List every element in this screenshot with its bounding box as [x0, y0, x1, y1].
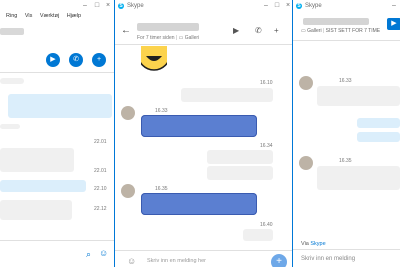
contact-name-blurred [0, 28, 24, 35]
message-bubble [0, 200, 72, 220]
message-timestamp: 16.40 [260, 222, 273, 228]
menu-bar: Ring Vis Værktøj Hjælp [6, 13, 87, 21]
message-bubble [207, 166, 273, 180]
message-input[interactable]: Skriv inn en melding her [147, 258, 206, 264]
menu-item-help[interactable]: Hjælp [67, 13, 81, 19]
gallery-link[interactable]: Galleri [185, 35, 199, 41]
divider [0, 240, 114, 241]
message-bubble [0, 180, 86, 192]
maximize-button[interactable]: □ [92, 2, 102, 10]
message-bubble [317, 86, 400, 106]
selected-message-bubble[interactable] [141, 115, 257, 137]
audio-call-button[interactable]: ✆ [69, 53, 83, 67]
message-timestamp: 22.01 [94, 139, 107, 145]
message-timestamp: 16.10 [260, 80, 273, 86]
message-timestamp: 16.35 [339, 158, 352, 164]
last-seen-text: For 7 timer siden [137, 35, 175, 41]
close-button[interactable]: × [283, 2, 292, 10]
last-seen-text: SIST SETT FOR 7 TIME [325, 28, 381, 34]
maximize-button[interactable]: □ [272, 2, 282, 10]
message-bubble [357, 132, 400, 142]
emoticon-icon[interactable]: ☺ [127, 256, 136, 266]
message-timestamp: 22.10 [94, 186, 107, 192]
middle-titlebar: S Skype – □ × [115, 0, 292, 12]
avatar [121, 106, 135, 120]
close-button[interactable]: × [103, 2, 113, 10]
video-call-icon[interactable]: ▶ [233, 26, 239, 35]
message-timestamp: 16.35 [155, 186, 168, 192]
window-title: Skype [305, 3, 322, 9]
divider [293, 249, 400, 250]
gallery-icon[interactable]: ▭ [301, 28, 306, 34]
left-skype-window: – □ × Ring Vis Værktøj Hjælp ▶ ✆ + 22.01… [0, 0, 115, 267]
emoji-sticker [137, 37, 171, 72]
message-bubble [357, 118, 400, 128]
message-timestamp: 22.01 [94, 168, 107, 174]
skype-logo-icon: S [296, 3, 302, 9]
contact-name-blurred [137, 23, 199, 31]
message-bubble [0, 148, 74, 172]
message-blurred [0, 124, 20, 129]
message-bubble [8, 94, 112, 118]
menu-item-tools[interactable]: Værktøj [40, 13, 59, 19]
divider [293, 40, 400, 41]
selected-message-bubble[interactable] [141, 193, 257, 215]
back-arrow-icon[interactable]: ← [121, 25, 131, 36]
message-input[interactable]: Skriv inn en melding [301, 256, 355, 262]
video-call-button[interactable]: ▶ [46, 53, 60, 67]
via-app-link[interactable]: Skype [310, 241, 325, 247]
minimize-button[interactable]: – [80, 2, 90, 10]
avatar [121, 184, 135, 198]
middle-skype-window: S Skype – □ × ← For 7 timer siden | ▭ Ga… [115, 0, 293, 267]
menu-item-vis[interactable]: Vis [25, 13, 33, 19]
divider [115, 44, 292, 45]
right-skype-window: S Skype – ▭ Galleri | SIST SETT FOR 7 TI… [293, 0, 400, 267]
message-bubble [243, 229, 273, 241]
message-bubble [317, 166, 400, 190]
add-people-button[interactable]: + [92, 53, 106, 67]
attach-icon[interactable]: ⌕ [86, 249, 91, 260]
via-label: Via [301, 241, 309, 247]
minimize-button[interactable]: – [261, 2, 271, 10]
audio-call-icon[interactable]: ✆ [255, 26, 262, 35]
message-bubble [207, 150, 273, 164]
right-titlebar: S Skype – [293, 0, 400, 12]
gallery-link[interactable]: Galleri [307, 28, 321, 34]
divider [115, 250, 292, 251]
contact-name-blurred [303, 18, 369, 25]
skype-logo-icon: S [118, 3, 124, 9]
left-titlebar: – □ × [0, 0, 114, 12]
contact-status-line: For 7 timer siden | ▭ Galleri [137, 35, 200, 41]
add-content-button[interactable]: + [271, 254, 287, 267]
avatar [299, 156, 313, 170]
gallery-icon[interactable]: ▭ [179, 35, 184, 41]
message-timestamp: 16.33 [339, 78, 352, 84]
emoticon-icon[interactable]: ☺ [99, 248, 108, 258]
minimize-button[interactable]: – [389, 2, 399, 10]
message-timestamp: 16.33 [155, 108, 168, 114]
message-timestamp: 22.12 [94, 206, 107, 212]
menu-item-ring[interactable]: Ring [6, 13, 17, 19]
message-bubble [181, 88, 273, 102]
via-line: Via Skype [301, 241, 326, 247]
avatar [299, 76, 313, 90]
message-timestamp: 16.34 [260, 143, 273, 149]
message-blurred [0, 78, 24, 84]
divider [0, 72, 114, 73]
video-call-button[interactable]: ▶ [387, 18, 400, 30]
add-people-icon[interactable]: + [274, 26, 279, 35]
contact-status-line: ▭ Galleri | SIST SETT FOR 7 TIME [301, 28, 381, 34]
window-title: Skype [127, 3, 144, 9]
